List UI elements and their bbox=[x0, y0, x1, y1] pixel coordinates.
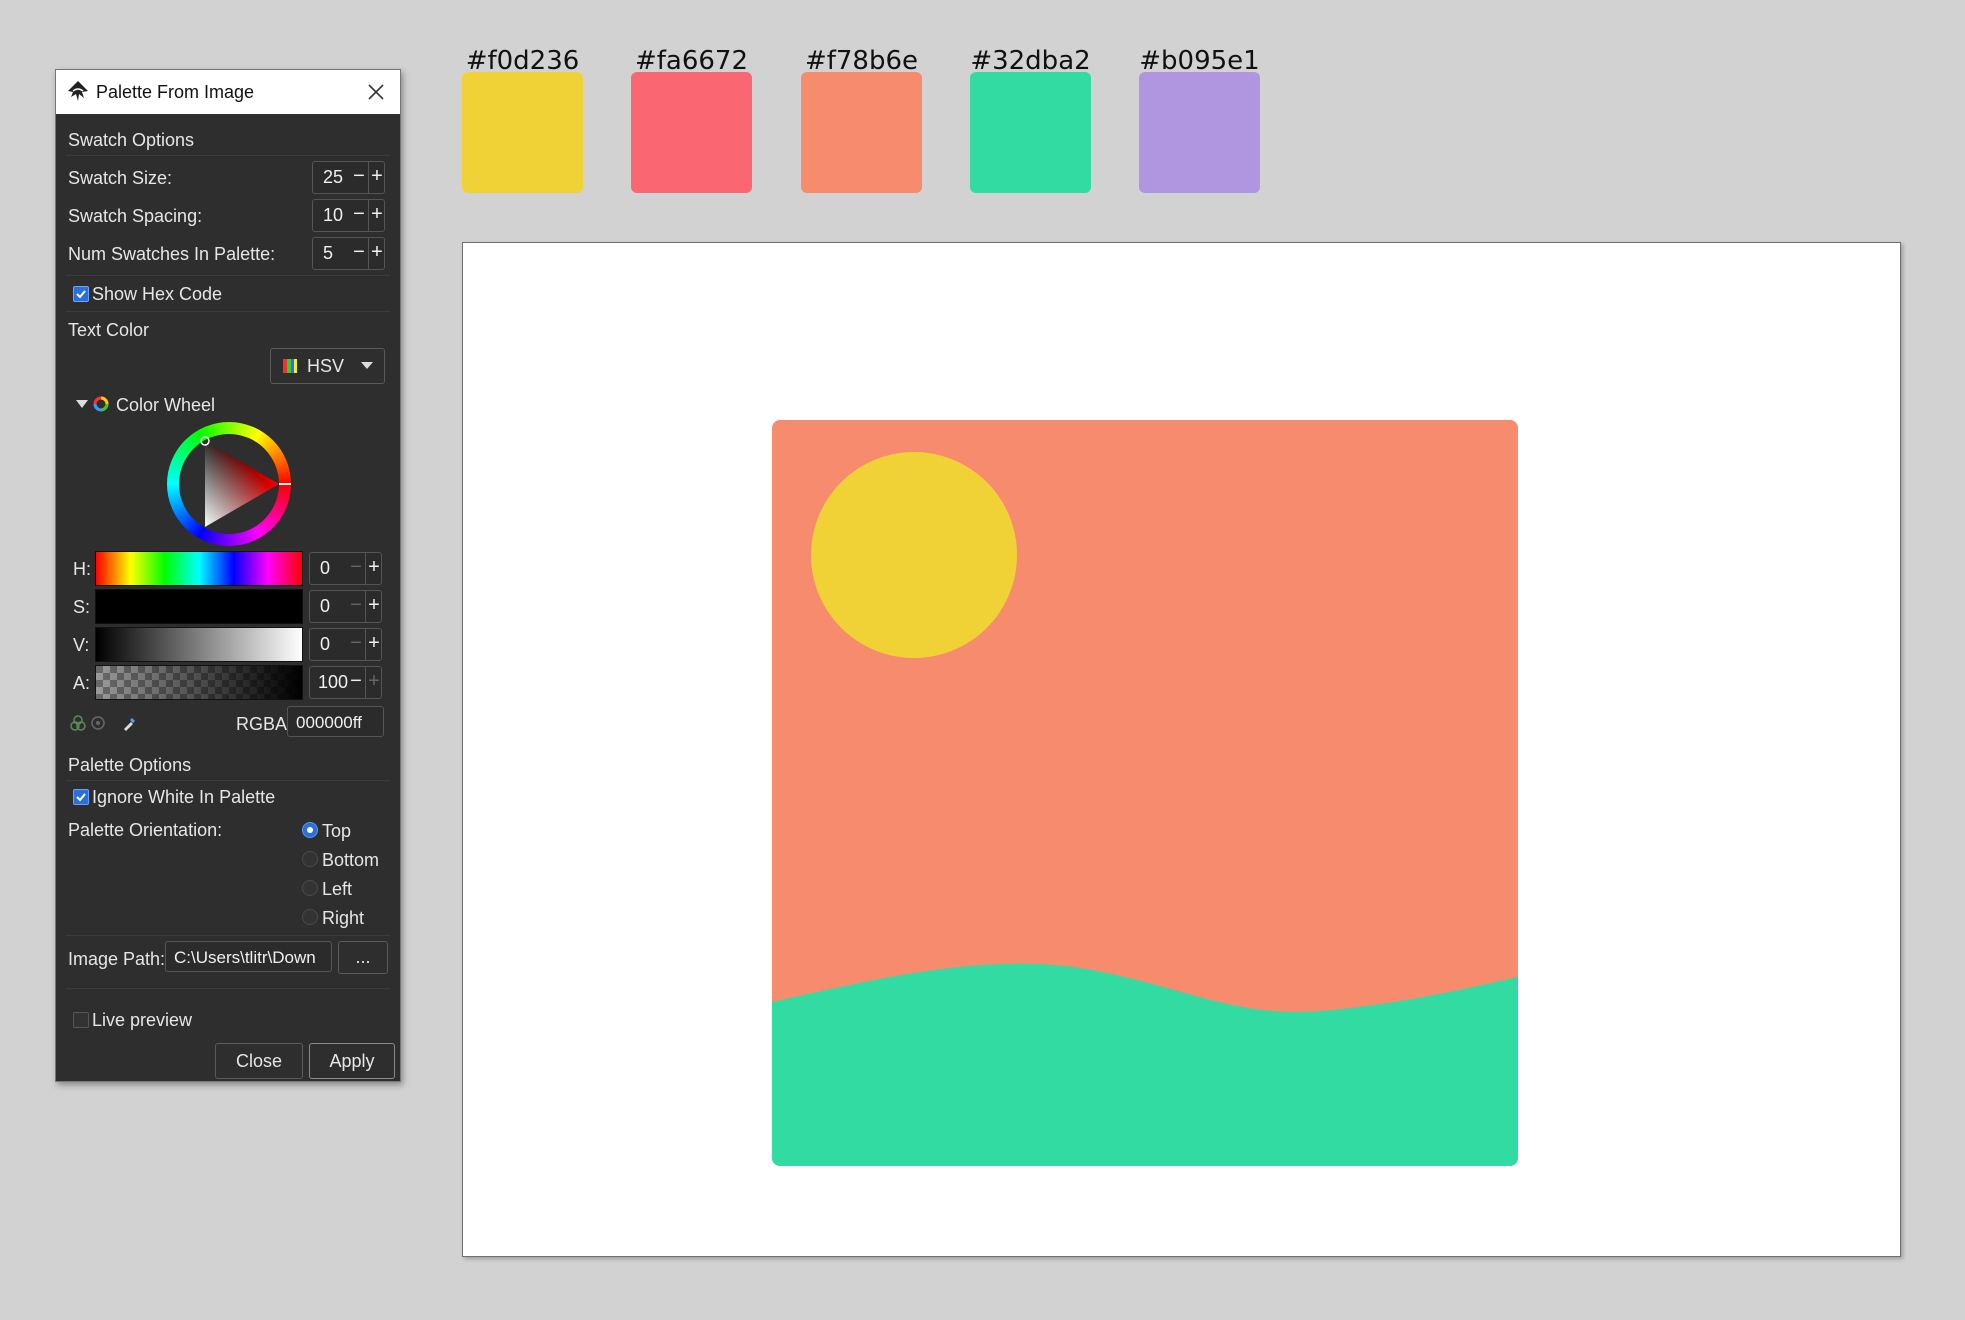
palette-orientation-label: Palette Orientation: bbox=[68, 820, 223, 840]
minus-icon[interactable]: − bbox=[351, 238, 367, 269]
saturation-value: 0 bbox=[320, 596, 331, 616]
minus-icon[interactable]: − bbox=[348, 667, 364, 698]
value-slider[interactable] bbox=[95, 627, 303, 662]
color-mix-icon[interactable] bbox=[70, 715, 86, 731]
dialog-title: Palette From Image bbox=[96, 82, 255, 102]
saturation-slider[interactable] bbox=[95, 589, 303, 624]
v-label: V: bbox=[73, 635, 90, 655]
palette-from-image-dialog: Palette From Image Swatch Options Swatch… bbox=[55, 69, 401, 1082]
plus-icon[interactable]: + bbox=[368, 162, 385, 193]
orientation-left-radio[interactable] bbox=[302, 880, 318, 896]
plus-icon[interactable]: + bbox=[365, 629, 382, 660]
plus-icon[interactable]: + bbox=[365, 667, 382, 698]
alpha-value: 100 bbox=[318, 672, 349, 692]
rgba-label: RGBA: bbox=[236, 714, 293, 734]
divider bbox=[66, 988, 390, 989]
swatch-yellow[interactable] bbox=[462, 72, 583, 193]
minus-icon[interactable]: − bbox=[351, 162, 367, 193]
apply-button[interactable]: Apply bbox=[309, 1043, 395, 1079]
swatch-size-value: 25 bbox=[323, 167, 344, 187]
image-path-input[interactable]: C:\Users\tlitr\Down bbox=[165, 941, 332, 972]
plus-icon[interactable]: + bbox=[368, 238, 385, 269]
color-wheel[interactable] bbox=[167, 422, 291, 546]
hue-slider[interactable] bbox=[95, 551, 303, 586]
divider bbox=[66, 935, 390, 936]
artwork-sun bbox=[811, 452, 1017, 658]
ignore-white-label[interactable]: Ignore White In Palette bbox=[92, 787, 275, 808]
swatch-spacing-spinner[interactable]: 10 − + bbox=[312, 199, 385, 232]
swatch-size-label: Swatch Size: bbox=[68, 168, 173, 188]
live-preview-label[interactable]: Live preview bbox=[92, 1010, 192, 1031]
orientation-bottom-radio[interactable] bbox=[302, 851, 318, 867]
num-swatches-spinner[interactable]: 5 − + bbox=[312, 237, 385, 270]
swatch-red[interactable] bbox=[631, 72, 752, 193]
swatch-spacing-value: 10 bbox=[323, 205, 344, 225]
plus-icon[interactable]: + bbox=[365, 591, 382, 622]
dialog-titlebar[interactable]: Palette From Image bbox=[56, 70, 400, 114]
hue-spinner[interactable]: 0 − + bbox=[309, 552, 382, 585]
s-label: S: bbox=[73, 597, 91, 617]
orientation-bottom-label[interactable]: Bottom bbox=[322, 850, 379, 871]
swatch-purple[interactable] bbox=[1139, 72, 1260, 193]
swatch-size-spinner[interactable]: 25 − + bbox=[312, 161, 385, 194]
document-canvas[interactable] bbox=[462, 242, 1901, 1257]
a-label: A: bbox=[73, 673, 91, 693]
inkscape-icon bbox=[68, 81, 88, 101]
rgba-input[interactable]: 000000ff bbox=[287, 706, 384, 737]
orientation-top-label[interactable]: Top bbox=[322, 821, 351, 842]
orientation-left-label[interactable]: Left bbox=[322, 879, 352, 900]
orientation-top-radio[interactable] bbox=[302, 822, 318, 838]
image-path-label: Image Path: bbox=[68, 949, 166, 969]
color-mode-icon bbox=[283, 359, 297, 373]
ignore-white-checkbox[interactable] bbox=[73, 789, 89, 805]
num-swatches-value: 5 bbox=[323, 243, 334, 263]
eyedropper-icon[interactable] bbox=[122, 715, 138, 731]
orientation-right-radio[interactable] bbox=[302, 909, 318, 925]
show-hex-label[interactable]: Show Hex Code bbox=[92, 284, 222, 305]
minus-icon[interactable]: − bbox=[348, 553, 364, 584]
divider bbox=[66, 155, 390, 156]
color-wheel-label[interactable]: Color Wheel bbox=[116, 395, 215, 416]
alpha-spinner[interactable]: 100 − + bbox=[309, 666, 382, 699]
browse-button[interactable]: ... bbox=[338, 941, 388, 974]
expander-triangle-icon[interactable] bbox=[76, 399, 88, 409]
plus-icon[interactable]: + bbox=[368, 200, 385, 231]
show-hex-checkbox[interactable] bbox=[73, 286, 89, 302]
minus-icon[interactable]: − bbox=[348, 629, 364, 660]
artwork-image[interactable] bbox=[772, 420, 1518, 1166]
minus-icon[interactable]: − bbox=[351, 200, 367, 231]
value-value: 0 bbox=[320, 634, 331, 654]
color-mode-dropdown[interactable]: HSV bbox=[270, 348, 385, 384]
text-color-heading: Text Color bbox=[68, 320, 150, 340]
orientation-right-label[interactable]: Right bbox=[322, 908, 364, 929]
swatch-options-heading: Swatch Options bbox=[68, 130, 195, 150]
swatch-salmon[interactable] bbox=[801, 72, 922, 193]
target-icon[interactable] bbox=[90, 715, 106, 731]
plus-icon[interactable]: + bbox=[365, 553, 382, 584]
swatch-green[interactable] bbox=[970, 72, 1091, 193]
close-button[interactable]: Close bbox=[215, 1043, 303, 1079]
value-spinner[interactable]: 0 − + bbox=[309, 628, 382, 661]
close-icon[interactable] bbox=[364, 80, 388, 104]
num-swatches-label: Num Swatches In Palette: bbox=[68, 244, 276, 264]
alpha-slider[interactable] bbox=[95, 665, 303, 700]
saturation-spinner[interactable]: 0 − + bbox=[309, 590, 382, 623]
swatch-spacing-label: Swatch Spacing: bbox=[68, 206, 203, 226]
h-label: H: bbox=[73, 559, 91, 579]
palette-options-heading: Palette Options bbox=[68, 755, 192, 775]
divider bbox=[66, 780, 390, 781]
divider bbox=[66, 275, 390, 276]
hue-value: 0 bbox=[320, 558, 331, 578]
minus-icon[interactable]: − bbox=[348, 591, 364, 622]
color-mode-value: HSV bbox=[307, 356, 345, 376]
color-wheel-icon bbox=[93, 396, 109, 412]
chevron-down-icon bbox=[361, 362, 373, 369]
live-preview-checkbox[interactable] bbox=[73, 1012, 89, 1028]
divider bbox=[66, 311, 390, 312]
